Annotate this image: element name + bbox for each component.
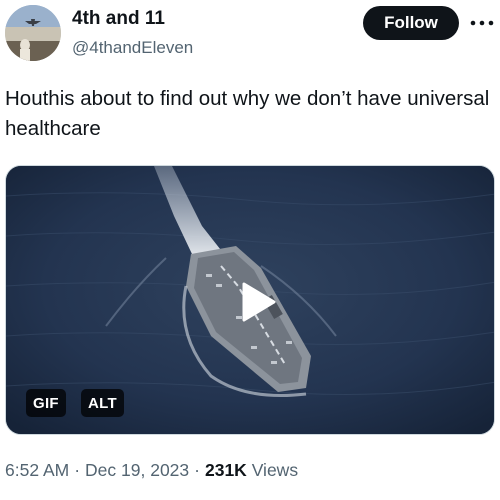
separator: · — [194, 460, 200, 480]
more-icon[interactable] — [468, 12, 496, 34]
views-label: Views — [251, 460, 299, 480]
play-button[interactable] — [228, 274, 284, 330]
tweet-text: Houthis about to find out why we don’t h… — [5, 87, 490, 140]
tweet-metadata: 6:52 AM · Dec 19, 2023 · 231K Views — [5, 460, 298, 481]
avatar[interactable] — [5, 5, 61, 61]
play-icon — [242, 282, 276, 322]
tweet-header: 4th and 11 @4thandEleven Follow — [0, 0, 500, 70]
follow-button[interactable]: Follow — [363, 6, 459, 40]
gif-badge: GIF — [26, 389, 66, 417]
avatar-image — [5, 5, 61, 61]
handle[interactable]: @4thandEleven — [72, 38, 193, 58]
tweet-time[interactable]: 6:52 AM — [5, 460, 69, 480]
tweet-date[interactable]: Dec 19, 2023 — [85, 460, 189, 480]
alt-text-badge[interactable]: ALT — [81, 389, 124, 417]
separator: · — [74, 460, 81, 480]
media-video[interactable]: GIF ALT — [5, 165, 495, 435]
views-count: 231K — [204, 460, 247, 480]
display-name[interactable]: 4th and 11 — [72, 8, 165, 30]
